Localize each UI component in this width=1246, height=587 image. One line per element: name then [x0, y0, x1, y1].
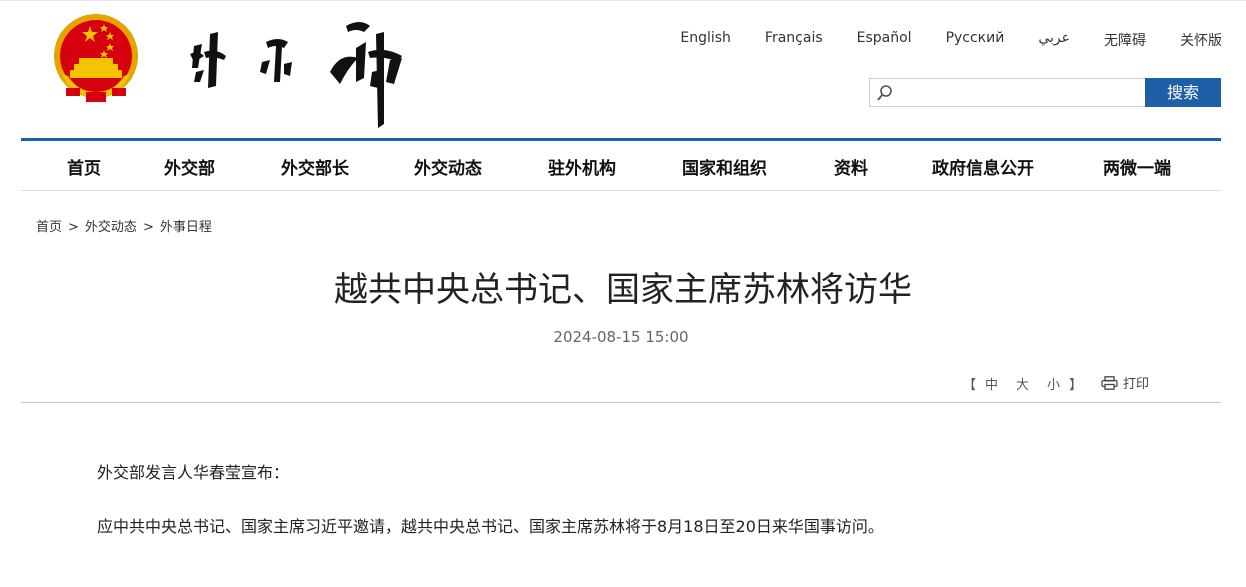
search-box — [869, 78, 1145, 107]
article-paragraph: 应中共中央总书记、国家主席习近平邀请，越共中央总书记、国家主席苏林将于8月18日… — [97, 517, 884, 536]
print-button[interactable]: 打印 — [1101, 373, 1149, 392]
breadcrumb-foreign-affairs-schedule[interactable]: 外事日程 — [160, 220, 212, 235]
accessibility-link[interactable]: 无障碍 — [1104, 30, 1146, 50]
lang-russian-link[interactable]: Русский — [946, 30, 1005, 50]
nav-item-minister[interactable]: 外交部长 — [281, 154, 349, 179]
ministry-calligraphy-logo[interactable] — [180, 12, 415, 130]
search-button[interactable]: 搜索 — [1145, 78, 1221, 107]
breadcrumb: 首页 > 外交动态 > 外事日程 — [36, 216, 212, 235]
nav-item-gov-info[interactable]: 政府信息公开 — [932, 154, 1034, 179]
print-label: 打印 — [1123, 377, 1150, 392]
font-size-controls: 【中 大 小】 — [963, 374, 1082, 393]
lang-arabic-link[interactable]: عربي — [1038, 30, 1070, 50]
article-date: 2024-08-15 15:00 — [553, 328, 689, 346]
breadcrumb-separator: > — [68, 220, 79, 235]
nav-item-resources[interactable]: 资料 — [834, 154, 868, 179]
font-size-small-button[interactable]: 小 — [1047, 378, 1060, 393]
nav-item-social-media[interactable]: 两微一端 — [1103, 154, 1171, 179]
breadcrumb-diplomatic-news[interactable]: 外交动态 — [85, 220, 137, 235]
lang-english-link[interactable]: English — [680, 30, 731, 50]
main-nav: 首页 外交部 外交部长 外交动态 驻外机构 国家和组织 资料 政府信息公开 两微… — [21, 141, 1221, 191]
lang-french-link[interactable]: Français — [765, 30, 823, 50]
nav-item-ministry[interactable]: 外交部 — [164, 154, 215, 179]
national-emblem-logo[interactable] — [52, 12, 140, 104]
nav-item-home[interactable]: 首页 — [67, 154, 101, 179]
article-title: 越共中央总书记、国家主席苏林将访华 — [334, 270, 912, 310]
elderly-mode-link[interactable]: 关怀版 — [1180, 30, 1222, 50]
language-bar: English Français Español Русский عربي 无障… — [646, 30, 1222, 50]
nav-item-missions-abroad[interactable]: 驻外机构 — [548, 154, 616, 179]
article-paragraph: 外交部发言人华春莹宣布： — [97, 463, 290, 482]
breadcrumb-separator: > — [142, 220, 154, 235]
top-border — [0, 0, 1246, 1]
printer-icon — [1101, 376, 1118, 390]
search-icon — [877, 85, 892, 101]
font-size-medium-button[interactable]: 中 — [985, 378, 998, 393]
font-size-large-button[interactable]: 大 — [1016, 378, 1029, 393]
nav-item-countries-orgs[interactable]: 国家和组织 — [682, 154, 767, 179]
nav-item-diplomatic-news[interactable]: 外交动态 — [414, 154, 482, 179]
search-input[interactable] — [898, 81, 1142, 106]
breadcrumb-home[interactable]: 首页 — [36, 220, 62, 235]
article-divider — [21, 402, 1221, 403]
bracket-open: 【 — [963, 378, 977, 393]
lang-spanish-link[interactable]: Español — [857, 30, 912, 50]
bracket-close: 】 — [1069, 378, 1083, 393]
